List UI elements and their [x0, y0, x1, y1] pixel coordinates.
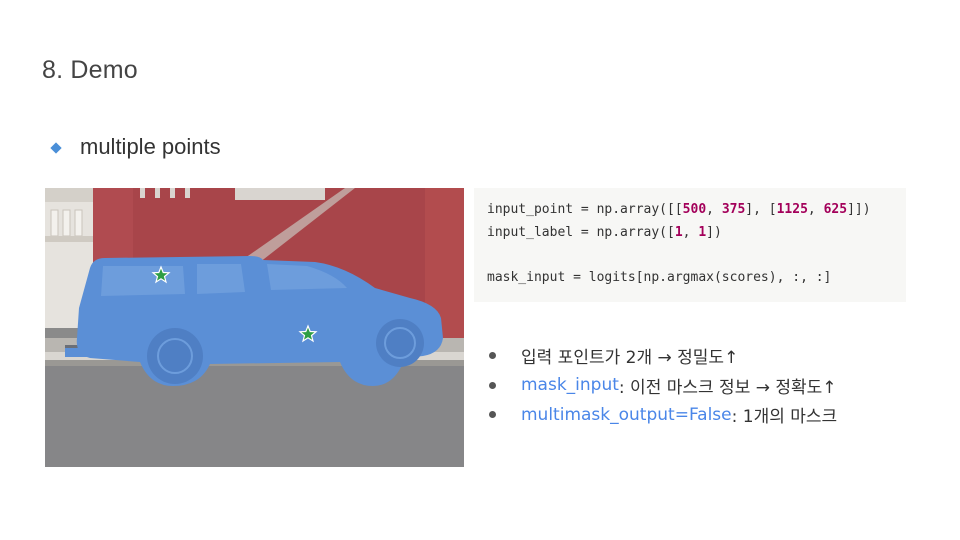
- bullet-text: : 1개의 마스크: [731, 407, 838, 428]
- code-block: input_point = np.array([[500, 375], [112…: [474, 188, 906, 302]
- bullet-dot-icon: [489, 352, 496, 360]
- code-line-mask-input: mask_input = logits[np.argmax(scores), :…: [487, 270, 832, 285]
- code-line-input-point: input_point = np.array([[500, 375], [112…: [487, 202, 871, 217]
- list-item: 입력 포인트가 2개 → 정밀도↑: [489, 341, 837, 371]
- list-item: multimask_output=False : 1개의 마스크: [489, 400, 837, 430]
- bullet-dot-icon: [489, 411, 496, 419]
- bullet-code: mask_input: [521, 375, 619, 396]
- diamond-icon: [50, 141, 62, 154]
- segmentation-photo: [45, 188, 464, 467]
- bullet-text: 입력 포인트가 2개 → 정밀도↑: [521, 348, 739, 369]
- subtitle-bullet: multiple points: [50, 134, 221, 160]
- code-line-input-label: input_label = np.array([1, 1]): [487, 225, 722, 240]
- slide-title: 8. Demo: [42, 56, 138, 84]
- bullet-list: 입력 포인트가 2개 → 정밀도↑ mask_input : 이전 마스크 정보…: [489, 341, 837, 430]
- subtitle-text: multiple points: [80, 134, 221, 159]
- bullet-dot-icon: [489, 381, 496, 389]
- bullet-text: : 이전 마스크 정보 → 정확도↑: [618, 377, 837, 398]
- bullet-code: multimask_output=False: [521, 404, 732, 425]
- list-item: mask_input : 이전 마스크 정보 → 정확도↑: [489, 371, 837, 401]
